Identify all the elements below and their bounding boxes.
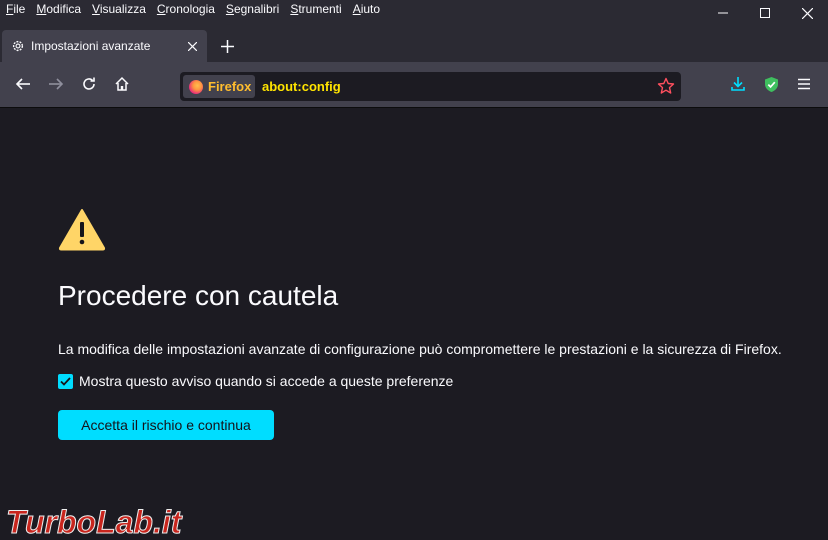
menu-visualizza[interactable]: Visualizza bbox=[92, 2, 146, 16]
security-extension-button[interactable] bbox=[758, 71, 784, 97]
downloads-button[interactable] bbox=[725, 71, 751, 97]
menu-modifica[interactable]: Modifica bbox=[36, 2, 81, 16]
close-tab-button[interactable] bbox=[181, 35, 203, 57]
minimize-icon bbox=[718, 12, 728, 14]
back-arrow-icon bbox=[15, 78, 30, 90]
url-input[interactable]: about:config bbox=[262, 79, 341, 94]
turbolab-watermark-logo: TurboLab.it bbox=[6, 504, 184, 540]
star-icon bbox=[657, 77, 675, 94]
tab-strip: Impostazioni avanzate bbox=[0, 26, 828, 62]
gear-icon bbox=[11, 39, 25, 53]
close-icon bbox=[187, 41, 197, 51]
warning-description: La modifica delle impostazioni avanzate … bbox=[58, 341, 782, 357]
reload-icon bbox=[83, 77, 95, 90]
home-button[interactable] bbox=[109, 71, 135, 97]
navigation-toolbar: Firefox about:config bbox=[0, 62, 828, 108]
title-bar: File Modifica Visualizza Cronologia Segn… bbox=[0, 0, 828, 26]
checkmark-icon bbox=[60, 376, 71, 386]
download-icon bbox=[731, 77, 745, 91]
bookmark-star-button[interactable] bbox=[657, 77, 675, 95]
page-title: Procedere con cautela bbox=[58, 280, 339, 311]
menu-bar: File Modifica Visualizza Cronologia Segn… bbox=[6, 2, 391, 16]
new-tab-button[interactable] bbox=[215, 34, 239, 58]
close-window-button[interactable] bbox=[786, 0, 828, 26]
plus-icon bbox=[220, 39, 234, 53]
show-warning-checkbox-label: Mostra questo avviso quando si accede a … bbox=[79, 373, 454, 389]
maximize-icon bbox=[760, 8, 770, 18]
maximize-button[interactable] bbox=[744, 0, 786, 26]
minimize-button[interactable] bbox=[702, 0, 744, 26]
url-bar[interactable]: Firefox about:config bbox=[180, 72, 681, 101]
show-warning-checkbox[interactable] bbox=[58, 373, 73, 389]
forward-arrow-icon bbox=[49, 78, 64, 90]
app-menu-button[interactable] bbox=[791, 71, 817, 97]
back-button[interactable] bbox=[10, 71, 36, 97]
shield-check-icon bbox=[764, 76, 778, 92]
svg-text:TurboLab.it: TurboLab.it bbox=[6, 504, 183, 540]
warning-icon bbox=[58, 209, 106, 251]
window-controls bbox=[702, 0, 828, 26]
accept-risk-button[interactable]: Accetta il rischio e continua bbox=[58, 410, 274, 440]
firefox-logo-icon bbox=[189, 79, 203, 94]
menu-segnalibri[interactable]: Segnalibri bbox=[226, 2, 279, 16]
reload-button[interactable] bbox=[76, 71, 102, 97]
tab-title: Impostazioni avanzate bbox=[31, 39, 151, 53]
forward-button[interactable] bbox=[43, 71, 69, 97]
menu-cronologia[interactable]: Cronologia bbox=[157, 2, 215, 16]
hamburger-menu-icon bbox=[798, 78, 810, 90]
menu-strumenti[interactable]: Strumenti bbox=[290, 2, 341, 16]
show-warning-checkbox-row[interactable]: Mostra questo avviso quando si accede a … bbox=[58, 373, 453, 389]
menu-file[interactable]: File bbox=[6, 2, 25, 16]
tab-impostazioni-avanzate[interactable]: Impostazioni avanzate bbox=[2, 30, 207, 62]
identity-label: Firefox bbox=[208, 79, 252, 94]
close-icon bbox=[801, 7, 813, 19]
identity-box[interactable]: Firefox bbox=[183, 75, 255, 98]
menu-aiuto[interactable]: Aiuto bbox=[353, 2, 380, 16]
home-icon bbox=[115, 76, 129, 91]
